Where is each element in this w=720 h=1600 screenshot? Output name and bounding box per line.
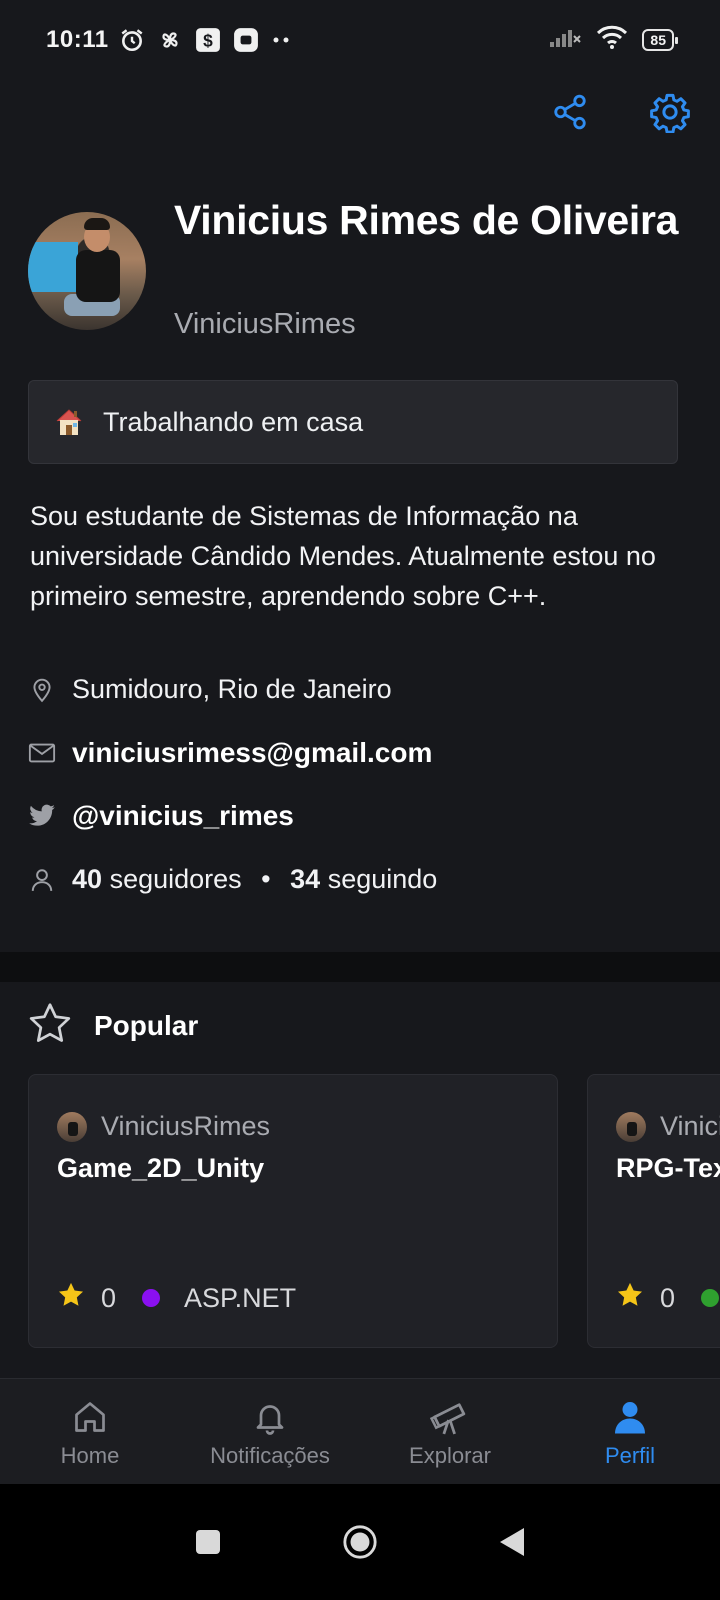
- location-row: Sumidouro, Rio de Janeiro: [28, 674, 392, 705]
- repo-meta: 0: [616, 1281, 720, 1315]
- star-outline-icon: [28, 1002, 72, 1049]
- repo-stars: 0: [101, 1282, 117, 1313]
- repo-card[interactable]: ViniciusRimes RPG-Text 0: [587, 1074, 720, 1348]
- followers-row[interactable]: 40 seguidores • 34 seguindo: [28, 864, 437, 895]
- following-label: seguindo: [327, 864, 438, 894]
- house-icon: [53, 406, 85, 438]
- nav-home-label: Home: [60, 1443, 120, 1468]
- popular-section-header: Popular: [28, 1002, 198, 1049]
- repo-owner-name: ViniciusRimes: [101, 1111, 271, 1141]
- svg-text:$: $: [203, 31, 213, 51]
- signal-icon: [548, 26, 582, 55]
- alarm-icon: [119, 27, 145, 53]
- telescope-icon: [430, 1397, 470, 1437]
- followers-count: 40: [72, 864, 103, 894]
- repo-meta: 0 ASP.NET: [57, 1281, 296, 1315]
- repo-stars: 0: [660, 1282, 676, 1313]
- repo-owner: ViniciusRimes: [57, 1111, 270, 1142]
- home-button[interactable]: [342, 1524, 378, 1560]
- owner-avatar: [57, 1111, 87, 1142]
- bottom-navigation: Home Notificações Explorar Perfil: [0, 1378, 720, 1484]
- language-color-dot: [142, 1289, 161, 1307]
- twitter-icon: [28, 802, 56, 830]
- notification-icons: $: [119, 27, 291, 53]
- profile-actions: [546, 88, 694, 136]
- repo-name: Game_2D_Unity: [57, 1153, 265, 1183]
- battery-indicator: 85: [642, 29, 678, 51]
- user-status-text: Trabalhando em casa: [103, 406, 364, 437]
- user-status[interactable]: Trabalhando em casa: [28, 380, 678, 464]
- person-icon: [610, 1397, 650, 1437]
- app-notification-icon: [233, 27, 259, 53]
- home-icon: [70, 1397, 110, 1437]
- share-icon[interactable]: [546, 88, 594, 136]
- separator-dot: •: [261, 864, 271, 894]
- email-link[interactable]: viniciusrimess@gmail.com: [72, 737, 432, 769]
- location-text: Sumidouro, Rio de Janeiro: [72, 674, 392, 704]
- profile-bio: Sou estudante de Sistemas de Informação …: [30, 501, 656, 611]
- followers-label: seguidores: [109, 864, 242, 894]
- nav-home[interactable]: Home: [0, 1379, 180, 1484]
- nav-explore[interactable]: Explorar: [360, 1379, 540, 1484]
- nav-notifications[interactable]: Notificações: [180, 1379, 360, 1484]
- nav-notifications-label: Notificações: [210, 1443, 330, 1468]
- language-color-dot: [701, 1289, 720, 1307]
- twitter-handle[interactable]: @vinicius_rimes: [72, 800, 294, 832]
- repo-name: RPG-Text: [616, 1153, 720, 1183]
- system-navigation-bar: [0, 1484, 720, 1600]
- dollar-app-icon: $: [195, 27, 221, 53]
- status-time: 10:11: [46, 26, 109, 53]
- fan-icon: [157, 27, 183, 53]
- star-icon: [616, 1281, 644, 1315]
- nav-profile[interactable]: Perfil: [540, 1379, 720, 1484]
- email-row[interactable]: viniciusrimess@gmail.com: [28, 737, 432, 769]
- section-divider: [0, 952, 720, 982]
- repo-owner: ViniciusRimes: [616, 1111, 720, 1142]
- back-button[interactable]: [494, 1524, 530, 1560]
- following-count: 34: [290, 864, 321, 894]
- repo-owner-name: ViniciusRimes: [660, 1111, 720, 1141]
- wifi-icon: [596, 25, 628, 56]
- location-pin-icon: [28, 676, 56, 704]
- profile-login: ViniciusRimes: [174, 308, 356, 340]
- popular-title: Popular: [94, 1009, 199, 1041]
- nav-profile-label: Perfil: [604, 1443, 656, 1468]
- recents-button[interactable]: [190, 1524, 226, 1560]
- person-outline-icon: [28, 866, 56, 894]
- mail-icon: [28, 739, 56, 767]
- more-notifications-icon: [271, 35, 291, 45]
- repo-card[interactable]: ViniciusRimes Game_2D_Unity 0 ASP.NET: [28, 1074, 558, 1348]
- star-icon: [57, 1281, 85, 1315]
- owner-avatar: [616, 1111, 646, 1142]
- twitter-row[interactable]: @vinicius_rimes: [28, 800, 294, 832]
- avatar: [28, 212, 146, 330]
- nav-explore-label: Explorar: [409, 1443, 491, 1468]
- bell-icon: [250, 1397, 290, 1437]
- status-bar: 10:11 $ 85: [0, 0, 720, 80]
- profile-name: Vinicius Rimes de Oliveira: [174, 197, 679, 243]
- gear-icon[interactable]: [646, 88, 694, 136]
- repo-language: ASP.NET: [184, 1282, 297, 1313]
